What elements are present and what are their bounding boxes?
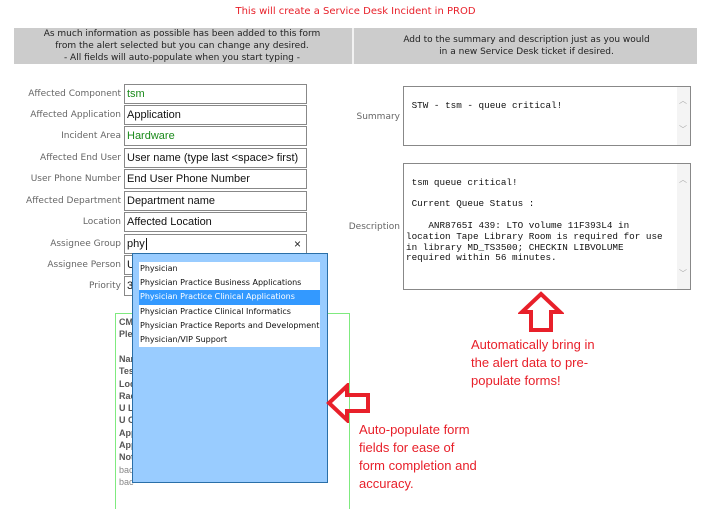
input-value: Affected Location: [127, 216, 212, 228]
user-phone-number-input[interactable]: End User Phone Number: [124, 169, 307, 189]
suggestion-item[interactable]: Physician: [139, 262, 320, 276]
affected-end-user-label: Affected End User: [40, 153, 121, 163]
assignee-group-input[interactable]: phy ×: [124, 234, 307, 254]
description-text: tsm queue critical! Current Queue Status…: [406, 176, 663, 264]
priority-label: Priority: [88, 281, 121, 291]
annotation-line: Auto-populate form: [359, 422, 470, 437]
instruction-line: from the alert selected but you can chan…: [55, 41, 309, 51]
instruction-line: - All fields will auto-populate when you…: [63, 53, 301, 63]
location-label: Location: [82, 217, 121, 227]
annotation-line: populate forms!: [471, 373, 561, 388]
incident-area-label: Incident Area: [61, 131, 121, 141]
input-value: phy: [127, 238, 147, 250]
description-scrollbar[interactable]: ︿ ﹀: [677, 164, 690, 289]
annotation-line: accuracy.: [359, 476, 414, 491]
suggestion-item[interactable]: Physician Practice Clinical Informatics: [139, 305, 320, 319]
right-instructions: Add to the summary and description just …: [352, 28, 699, 64]
suggestion-item[interactable]: Physician Practice Reports and Developme…: [139, 319, 320, 333]
affected-application-label: Affected Application: [30, 110, 121, 120]
location-input[interactable]: Affected Location: [124, 212, 307, 232]
scroll-down-icon[interactable]: ﹀: [679, 126, 687, 137]
clear-icon[interactable]: ×: [294, 235, 301, 253]
assignee-person-label: Assignee Person: [47, 260, 121, 270]
summary-text: STW - tsm - queue critical!: [411, 99, 563, 111]
scroll-up-icon[interactable]: ︿: [679, 176, 687, 187]
incident-area-input[interactable]: Hardware: [124, 126, 307, 146]
suggestion-list: Physician Physician Practice Business App…: [139, 262, 320, 348]
page-warning-title: This will create a Service Desk Incident…: [235, 6, 476, 17]
instruction-line: As much information as possible has been…: [43, 29, 321, 39]
left-instructions: As much information as possible has been…: [14, 28, 350, 64]
annotation-line: Automatically bring in: [471, 337, 595, 352]
affected-department-label: Affected Department: [26, 196, 121, 206]
instruction-line: in a new Service Desk ticket if desired.: [439, 47, 614, 57]
description-textarea[interactable]: tsm queue critical! Current Queue Status…: [403, 163, 691, 290]
suggestion-item[interactable]: Physician/VIP Support: [139, 333, 320, 347]
input-value: tsm: [127, 88, 145, 100]
affected-end-user-input[interactable]: User name (type last <space> first): [124, 148, 307, 168]
affected-application-input[interactable]: Application: [124, 105, 307, 125]
assignee-group-suggestions[interactable]: Physician Physician Practice Business App…: [132, 253, 328, 483]
description-label: Description: [348, 222, 400, 232]
left-arrow-icon: [326, 383, 370, 423]
annotation-line: the alert data to pre-: [471, 355, 589, 370]
summary-scrollbar[interactable]: ︿ ﹀: [677, 87, 690, 145]
input-value: Application: [127, 109, 181, 121]
affected-department-input[interactable]: Department name: [124, 191, 307, 211]
user-phone-number-label: User Phone Number: [30, 174, 121, 184]
up-arrow-icon: [518, 291, 564, 332]
annotation-autopopulate: Auto-populate form fields for ease of fo…: [359, 421, 477, 493]
detail-line: CM: [119, 317, 133, 327]
affected-component-input[interactable]: tsm: [124, 84, 307, 104]
affected-component-label: Affected Component: [28, 89, 121, 99]
assignee-group-label: Assignee Group: [50, 239, 121, 249]
input-value: Department name: [127, 195, 216, 207]
instructions-header: As much information as possible has been…: [14, 28, 697, 64]
annotation-line: form completion and: [359, 458, 477, 473]
suggestion-item[interactable]: Physician Practice Business Applications: [139, 276, 320, 290]
scroll-up-icon[interactable]: ︿: [679, 97, 687, 108]
summary-textarea[interactable]: STW - tsm - queue critical! ︿ ﹀: [403, 86, 691, 146]
scroll-down-icon[interactable]: ﹀: [679, 270, 687, 281]
suggestion-item[interactable]: Physician Practice Clinical Applications: [139, 290, 320, 305]
annotation-line: fields for ease of: [359, 440, 455, 455]
input-value: User name (type last <space> first): [127, 152, 299, 164]
instruction-line: Add to the summary and description just …: [403, 35, 650, 45]
input-value: Hardware: [127, 130, 175, 142]
input-value: End User Phone Number: [127, 173, 250, 185]
annotation-prepopulate: Automatically bring in the alert data to…: [471, 336, 595, 390]
summary-label: Summary: [356, 112, 401, 122]
